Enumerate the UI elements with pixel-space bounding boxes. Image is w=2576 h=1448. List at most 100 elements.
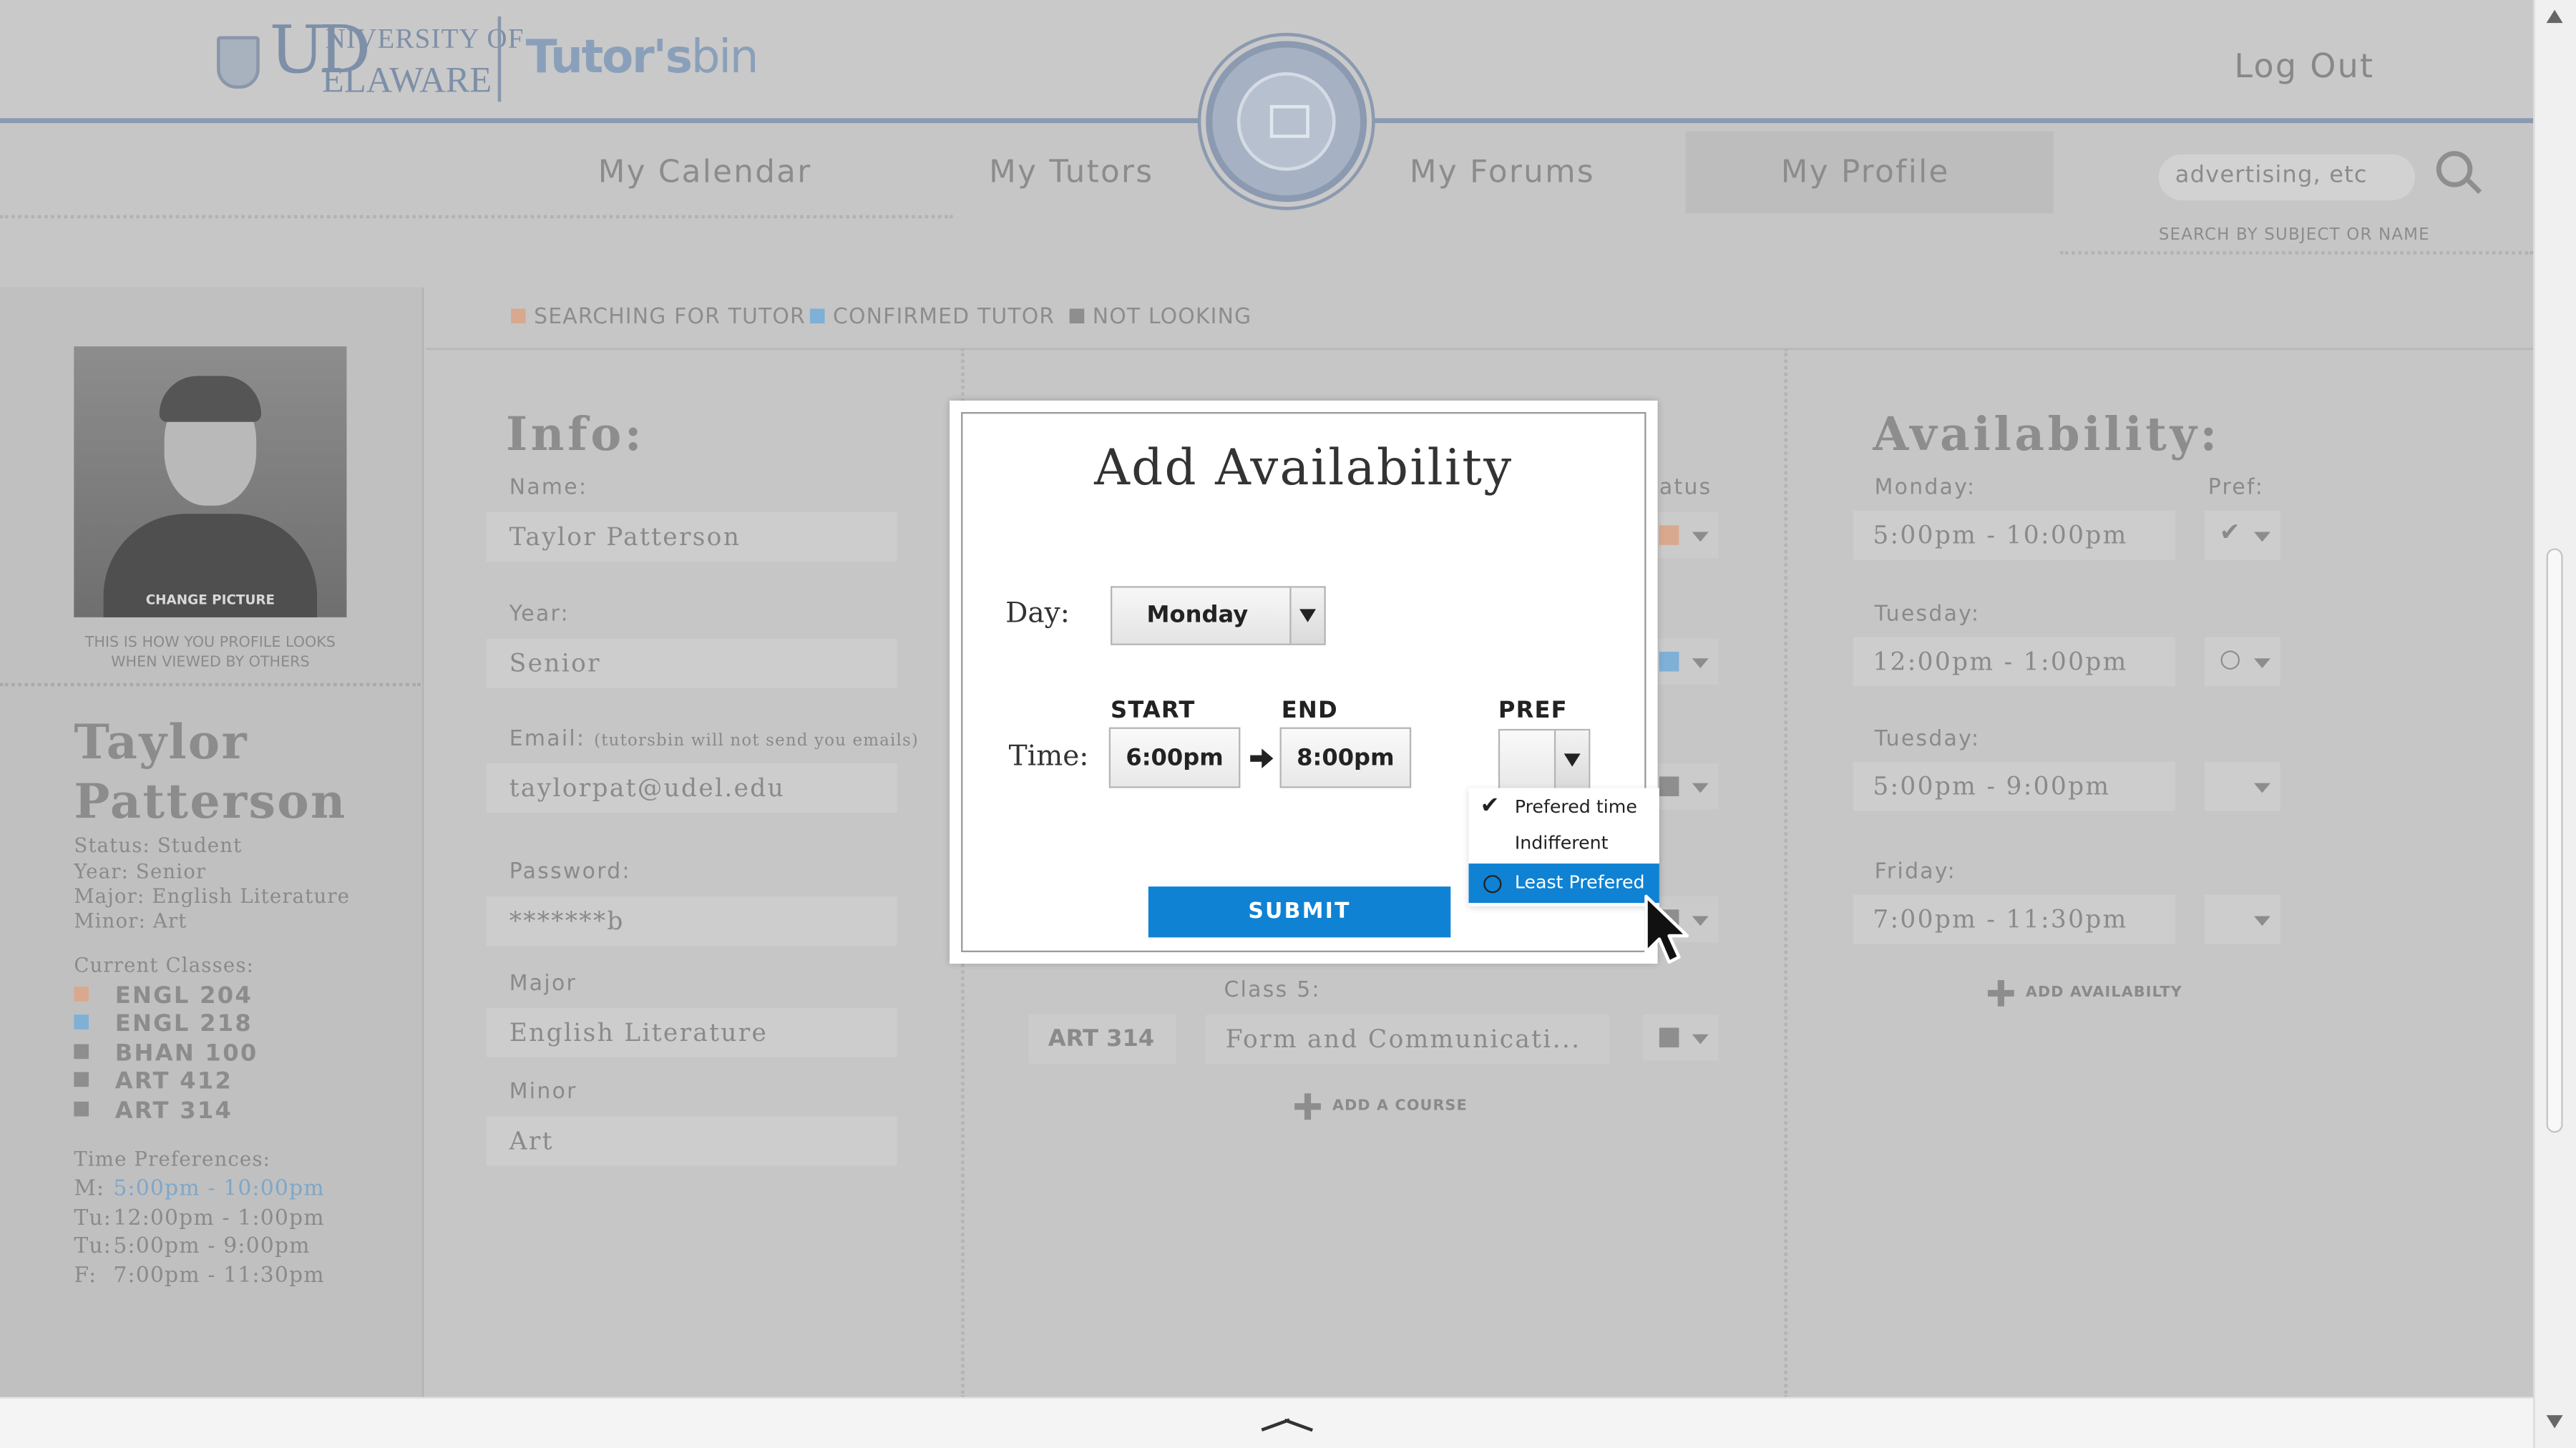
availability-pref-select[interactable]: ✔: [2205, 510, 2280, 560]
logo-divider: [497, 16, 502, 102]
availability-pref-select[interactable]: [2205, 761, 2280, 811]
class-code: BHAN 100: [114, 1040, 258, 1067]
status-swatch: [1659, 1027, 1679, 1048]
time-preferences-label: Time Preferences:: [74, 1148, 271, 1171]
time-pref-time: 5:00pm - 10:00pm: [113, 1177, 325, 1202]
logo-tutors: Tutor's: [525, 29, 693, 84]
password-field[interactable]: *******b: [486, 896, 897, 946]
mouse-cursor-icon: [1644, 894, 1689, 964]
minor-field[interactable]: Art: [486, 1116, 897, 1166]
pref-select-button[interactable]: [1553, 730, 1589, 788]
class-code: ART 412: [114, 1068, 233, 1095]
pref-option-indifferent[interactable]: Indifferent: [1469, 824, 1659, 864]
pref-dropdown: ✔ Prefered time Indifferent Least Prefere…: [1468, 788, 1659, 906]
logo-university: NIVERSITY OF: [325, 23, 525, 54]
class-item[interactable]: ART 314: [74, 1098, 233, 1125]
profile-year: Year: Senior: [74, 860, 207, 884]
availability-pref-select[interactable]: [2205, 894, 2280, 944]
class-item[interactable]: BHAN 100: [74, 1041, 258, 1067]
logout-link[interactable]: Log Out: [2234, 46, 2374, 85]
sidebar-divider: [0, 683, 421, 687]
nav-my-profile[interactable]: My Profile: [1781, 155, 1950, 190]
time-pref-time: 5:00pm - 9:00pm: [113, 1234, 311, 1260]
chevron-down-icon: [1692, 1034, 1709, 1045]
scrollbar-thumb[interactable]: [2546, 548, 2563, 1133]
seal-inner: [1236, 72, 1336, 171]
email-field[interactable]: taylorpat@udel.edu: [486, 763, 897, 813]
pref-option-prefered[interactable]: ✔ Prefered time: [1469, 788, 1659, 828]
start-time-field[interactable]: 6:00pm: [1108, 727, 1241, 788]
end-time-field[interactable]: 8:00pm: [1279, 727, 1412, 788]
end-label: END: [1281, 698, 1338, 725]
class-color-swatch: [74, 1014, 89, 1029]
search-input[interactable]: advertising, etc: [2158, 154, 2415, 200]
class-item[interactable]: ENGL 204: [74, 983, 253, 1010]
nav-my-forums[interactable]: My Forums: [1410, 155, 1595, 190]
day-select-button[interactable]: [1289, 587, 1324, 644]
chevron-down-icon: [1692, 658, 1709, 668]
legend-label: SEARCHING FOR TUTOR: [534, 305, 806, 331]
chevron-down-icon: [2253, 532, 2270, 542]
class-item[interactable]: ENGL 218: [74, 1012, 253, 1037]
logo-delaware: ELAWARE: [321, 59, 492, 100]
submit-button[interactable]: SUBMIT: [1148, 886, 1451, 938]
availability-pref-select[interactable]: ○: [2205, 637, 2280, 687]
availability-time-field[interactable]: 12:00pm - 1:00pm: [1853, 637, 2175, 687]
option-label: Prefered time: [1514, 796, 1637, 818]
class5-name-field[interactable]: Form and Communicati...: [1206, 1014, 1610, 1065]
availability-time-field[interactable]: 7:00pm - 11:30pm: [1853, 894, 2175, 944]
status-swatch: [1659, 525, 1679, 545]
nav-my-tutors[interactable]: My Tutors: [989, 155, 1153, 190]
availability-day-label: Monday:: [1874, 476, 1976, 501]
tutorsbin-logo[interactable]: Tutor'sbin: [525, 29, 759, 84]
legend-label: NOT LOOKING: [1092, 305, 1252, 331]
add-availability-link[interactable]: ADD AVAILABILTY: [2026, 985, 2182, 1002]
class-color-swatch: [74, 987, 89, 1002]
major-field[interactable]: English Literature: [486, 1008, 897, 1057]
add-course-link[interactable]: ADD A COURSE: [1332, 1098, 1468, 1115]
nav-divider-left: [0, 215, 953, 219]
legend-searching: SEARCHING FOR TUTOR: [511, 305, 806, 330]
course-status-select[interactable]: [1642, 1014, 1719, 1061]
availability-heading: Availability:: [1873, 407, 2220, 461]
current-classes-label: Current Classes:: [74, 954, 255, 977]
change-picture-link[interactable]: CHANGE PICTURE: [74, 592, 346, 607]
time-label: Time:: [1008, 740, 1089, 773]
info-heading: Info:: [506, 407, 645, 461]
profile-photo[interactable]: CHANGE PICTURE: [74, 346, 347, 617]
university-shield-icon: [217, 36, 260, 89]
class-item[interactable]: ART 412: [74, 1069, 233, 1095]
class-code: ENGL 204: [114, 983, 253, 1010]
seal-book-icon: [1269, 104, 1309, 138]
time-pref-row: Tu: 5:00pm - 9:00pm: [74, 1235, 310, 1259]
nav-divider-right: [2060, 251, 2534, 255]
pref-option-least-prefered[interactable]: Least Prefered: [1468, 864, 1659, 904]
year-field[interactable]: Senior: [486, 638, 897, 688]
time-pref-day: Tu:: [74, 1206, 112, 1232]
add-course-icon[interactable]: [1294, 1093, 1321, 1120]
minor-label: Minor: [509, 1080, 577, 1105]
modal-title: Add Availability: [1094, 440, 1513, 498]
profile-name: Taylor Patterson: [74, 713, 346, 831]
nav-my-calendar[interactable]: My Calendar: [598, 155, 812, 190]
search-icon[interactable]: [2436, 151, 2473, 187]
chevron-up-icon[interactable]: [1255, 1419, 1314, 1442]
profile-note: THIS IS HOW YOU PROFILE LOOKS WHEN VIEWE…: [84, 635, 336, 672]
pref-label: PREF: [1498, 698, 1568, 725]
email-label-text: Email:: [509, 727, 586, 753]
time-pref-time: 12:00pm - 1:00pm: [113, 1206, 325, 1232]
logo-bin: bin: [691, 29, 759, 84]
scroll-down-icon[interactable]: [2546, 1415, 2563, 1429]
time-pref-time: 7:00pm - 11:30pm: [113, 1263, 325, 1289]
name-field[interactable]: Taylor Patterson: [486, 512, 897, 562]
class5-label: Class 5:: [1224, 978, 1321, 1004]
availability-day-label: Tuesday:: [1874, 602, 1981, 627]
class5-code-field[interactable]: ART 314: [1028, 1014, 1176, 1065]
photo-hair: [159, 376, 262, 422]
availability-time-field[interactable]: 5:00pm - 9:00pm: [1853, 761, 2175, 811]
availability-day-label: Friday:: [1874, 860, 1957, 885]
availability-time-field[interactable]: 5:00pm - 10:00pm: [1853, 510, 2175, 560]
status-column-label: atus: [1659, 476, 1712, 501]
scroll-up-icon[interactable]: [2546, 9, 2563, 24]
add-availability-icon[interactable]: [1988, 979, 2014, 1007]
